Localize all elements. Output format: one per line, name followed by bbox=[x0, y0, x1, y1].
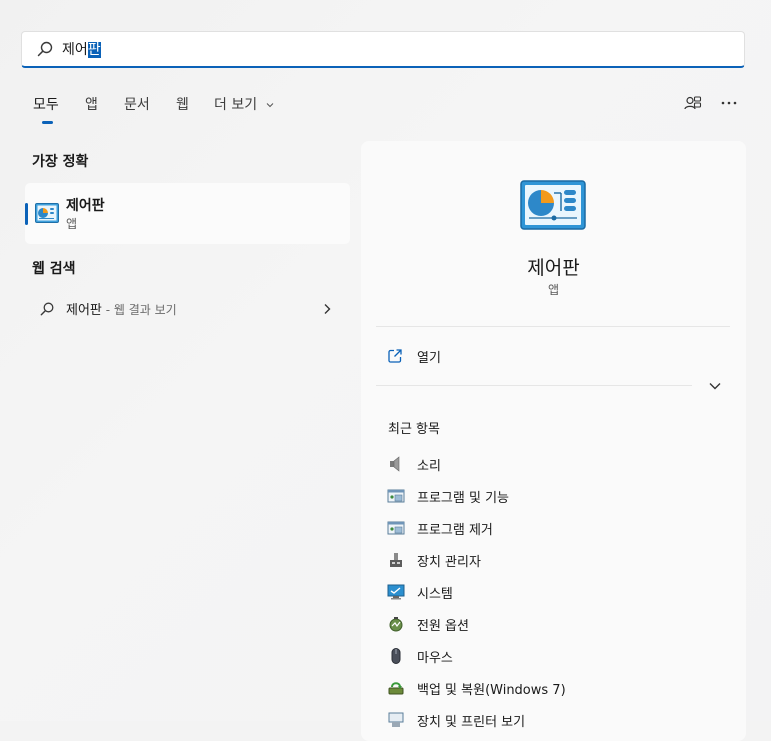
control-panel-icon bbox=[520, 180, 586, 230]
uninstall-icon bbox=[387, 521, 405, 535]
recent-item-label: 소리 bbox=[417, 459, 441, 474]
recent-item-power-options[interactable]: 전원 옵션 bbox=[387, 612, 717, 636]
recent-item-label: 프로그램 제거 bbox=[417, 523, 493, 538]
search-input[interactable]: 제어판 bbox=[62, 40, 101, 60]
best-match-name: 제어판 bbox=[66, 198, 105, 214]
search-icon bbox=[37, 41, 53, 57]
recent-item-backup-restore[interactable]: 백업 및 복원(Windows 7) bbox=[387, 676, 717, 700]
mouse-icon bbox=[391, 648, 401, 664]
tab-label: 앱 bbox=[85, 97, 98, 113]
device-manager-icon bbox=[390, 553, 402, 567]
recent-item-uninstall[interactable]: 프로그램 제거 bbox=[387, 516, 717, 540]
open-label: 열기 bbox=[417, 351, 441, 366]
more-options-icon bbox=[721, 101, 737, 105]
recent-item-label: 시스템 bbox=[417, 587, 453, 602]
recent-item-devices-printers[interactable]: 장치 및 프린터 보기 bbox=[387, 708, 717, 732]
web-search-suffix: - 웹 결과 보기 bbox=[101, 303, 177, 317]
tab-apps[interactable]: 앱 bbox=[85, 94, 98, 114]
account-switch-button[interactable] bbox=[683, 94, 703, 114]
detail-app-kind: 앱 bbox=[547, 283, 560, 297]
detail-pane: 제어판 앱 열기 최근 항목 소리 프로그램 및 기능 프로그램 제거 장치 관… bbox=[361, 141, 746, 741]
recent-item-system[interactable]: 시스템 bbox=[387, 580, 717, 604]
speaker-icon bbox=[390, 456, 400, 472]
recent-item-programs-features[interactable]: 프로그램 및 기능 bbox=[387, 484, 717, 508]
selection-accent bbox=[25, 203, 28, 225]
tab-label: 더 보기 bbox=[214, 97, 258, 113]
system-icon bbox=[387, 584, 405, 600]
recent-item-label: 장치 관리자 bbox=[417, 555, 481, 570]
best-match-kind: 앱 bbox=[66, 217, 78, 231]
recent-heading: 최근 항목 bbox=[388, 422, 440, 437]
more-options-button[interactable] bbox=[719, 94, 739, 114]
tab-all[interactable]: 모두 bbox=[33, 94, 59, 124]
recent-item-label: 백업 및 복원(Windows 7) bbox=[417, 683, 566, 698]
open-external-icon bbox=[388, 349, 402, 363]
web-search-query: 제어판 bbox=[66, 303, 102, 318]
web-search-heading: 웹 검색 bbox=[32, 261, 76, 277]
tab-label: 모두 bbox=[33, 97, 59, 113]
tab-documents[interactable]: 문서 bbox=[124, 94, 150, 114]
tab-active-indicator bbox=[42, 121, 53, 124]
best-match-item[interactable]: 제어판 앱 bbox=[25, 183, 350, 244]
recent-item-label: 프로그램 및 기능 bbox=[417, 491, 509, 506]
best-match-heading: 가장 정확 bbox=[32, 154, 89, 170]
recent-item-device-manager[interactable]: 장치 관리자 bbox=[387, 548, 717, 572]
recent-item-sound[interactable]: 소리 bbox=[387, 452, 717, 476]
tab-label: 웹 bbox=[176, 97, 189, 113]
chevron-right-icon bbox=[324, 304, 331, 314]
search-icon bbox=[40, 302, 54, 316]
power-options-icon bbox=[389, 617, 403, 632]
search-typed-text: 제어 bbox=[62, 42, 88, 58]
search-box[interactable]: 제어판 bbox=[21, 31, 745, 68]
chevron-down-icon[interactable] bbox=[708, 381, 722, 391]
divider bbox=[376, 326, 730, 327]
devices-printers-icon bbox=[388, 712, 404, 727]
tab-more[interactable]: 더 보기 bbox=[214, 94, 274, 114]
tab-label: 문서 bbox=[124, 97, 150, 113]
recent-item-mouse[interactable]: 마우스 bbox=[387, 644, 717, 668]
account-switch-icon bbox=[684, 96, 702, 110]
web-search-text: 제어판 - 웹 결과 보기 bbox=[66, 299, 177, 318]
tab-web[interactable]: 웹 bbox=[176, 94, 189, 114]
divider bbox=[376, 385, 692, 386]
recent-item-label: 마우스 bbox=[417, 651, 453, 666]
web-search-result[interactable]: 제어판 - 웹 결과 보기 bbox=[25, 293, 350, 325]
programs-icon bbox=[387, 489, 405, 503]
chevron-down-icon bbox=[266, 103, 273, 108]
backup-icon bbox=[388, 682, 404, 695]
detail-app-name: 제어판 bbox=[527, 257, 580, 279]
control-panel-icon bbox=[35, 203, 59, 223]
recent-item-label: 전원 옵션 bbox=[417, 619, 469, 634]
search-selected-text: 판 bbox=[87, 42, 101, 58]
